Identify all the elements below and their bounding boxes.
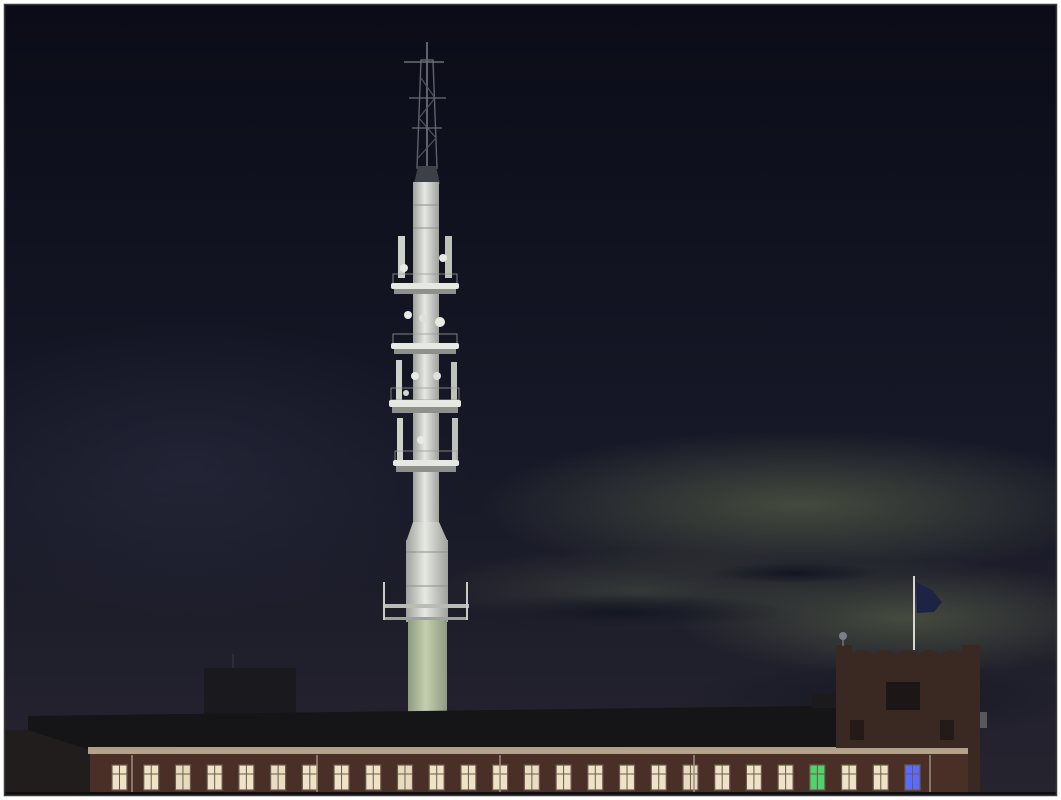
platform-deck xyxy=(391,283,459,289)
tower-window xyxy=(886,682,920,710)
window xyxy=(777,764,794,791)
microwave-dish xyxy=(400,264,408,272)
wall-lamp xyxy=(980,712,987,728)
window xyxy=(396,764,414,791)
photo xyxy=(4,4,1057,796)
cornice xyxy=(88,747,970,754)
window xyxy=(174,764,192,791)
microwave-dish xyxy=(417,436,425,444)
tower-cap xyxy=(414,166,440,184)
window xyxy=(840,764,858,791)
window xyxy=(333,764,350,791)
bracket-beam xyxy=(385,617,467,620)
window xyxy=(650,764,667,791)
night-photo xyxy=(0,0,1061,800)
panel-antenna xyxy=(397,418,403,460)
dark-cloud-band xyxy=(450,594,790,630)
microwave-dish xyxy=(403,390,409,396)
rooftop-structure xyxy=(204,668,296,716)
window xyxy=(809,764,826,791)
window xyxy=(143,764,160,791)
platform-underside xyxy=(396,466,456,472)
tower-finial xyxy=(839,632,847,640)
window xyxy=(555,764,572,791)
microwave-dish xyxy=(433,372,441,380)
window xyxy=(904,764,921,791)
window xyxy=(745,764,763,791)
bracket-beam xyxy=(383,604,469,608)
platform-deck xyxy=(391,343,459,349)
tower-window xyxy=(850,720,864,740)
dark-cloud-streak xyxy=(710,563,880,583)
window xyxy=(206,764,223,791)
window xyxy=(301,764,318,791)
window xyxy=(270,764,287,791)
window xyxy=(365,764,382,791)
platform-underside xyxy=(392,407,458,413)
microwave-dish xyxy=(435,317,445,327)
window xyxy=(523,764,540,791)
window xyxy=(714,764,731,791)
tower-window xyxy=(940,720,954,740)
window xyxy=(238,764,255,791)
microwave-dish xyxy=(439,254,447,262)
window xyxy=(682,764,699,791)
panel-antenna xyxy=(451,362,457,402)
panel-antenna xyxy=(396,360,402,400)
microwave-dish xyxy=(419,314,427,322)
window xyxy=(587,764,604,791)
lower-shaft xyxy=(408,620,447,712)
window xyxy=(111,764,128,791)
window xyxy=(872,764,889,791)
platform-underside xyxy=(394,289,456,294)
platform-deck xyxy=(389,400,461,407)
platform-underside xyxy=(394,349,456,354)
microwave-dish xyxy=(411,372,419,380)
side-wing xyxy=(812,694,838,708)
window xyxy=(460,764,477,791)
microwave-dish xyxy=(404,311,412,319)
platform-deck xyxy=(393,460,459,466)
window xyxy=(428,764,445,791)
window xyxy=(618,764,636,791)
